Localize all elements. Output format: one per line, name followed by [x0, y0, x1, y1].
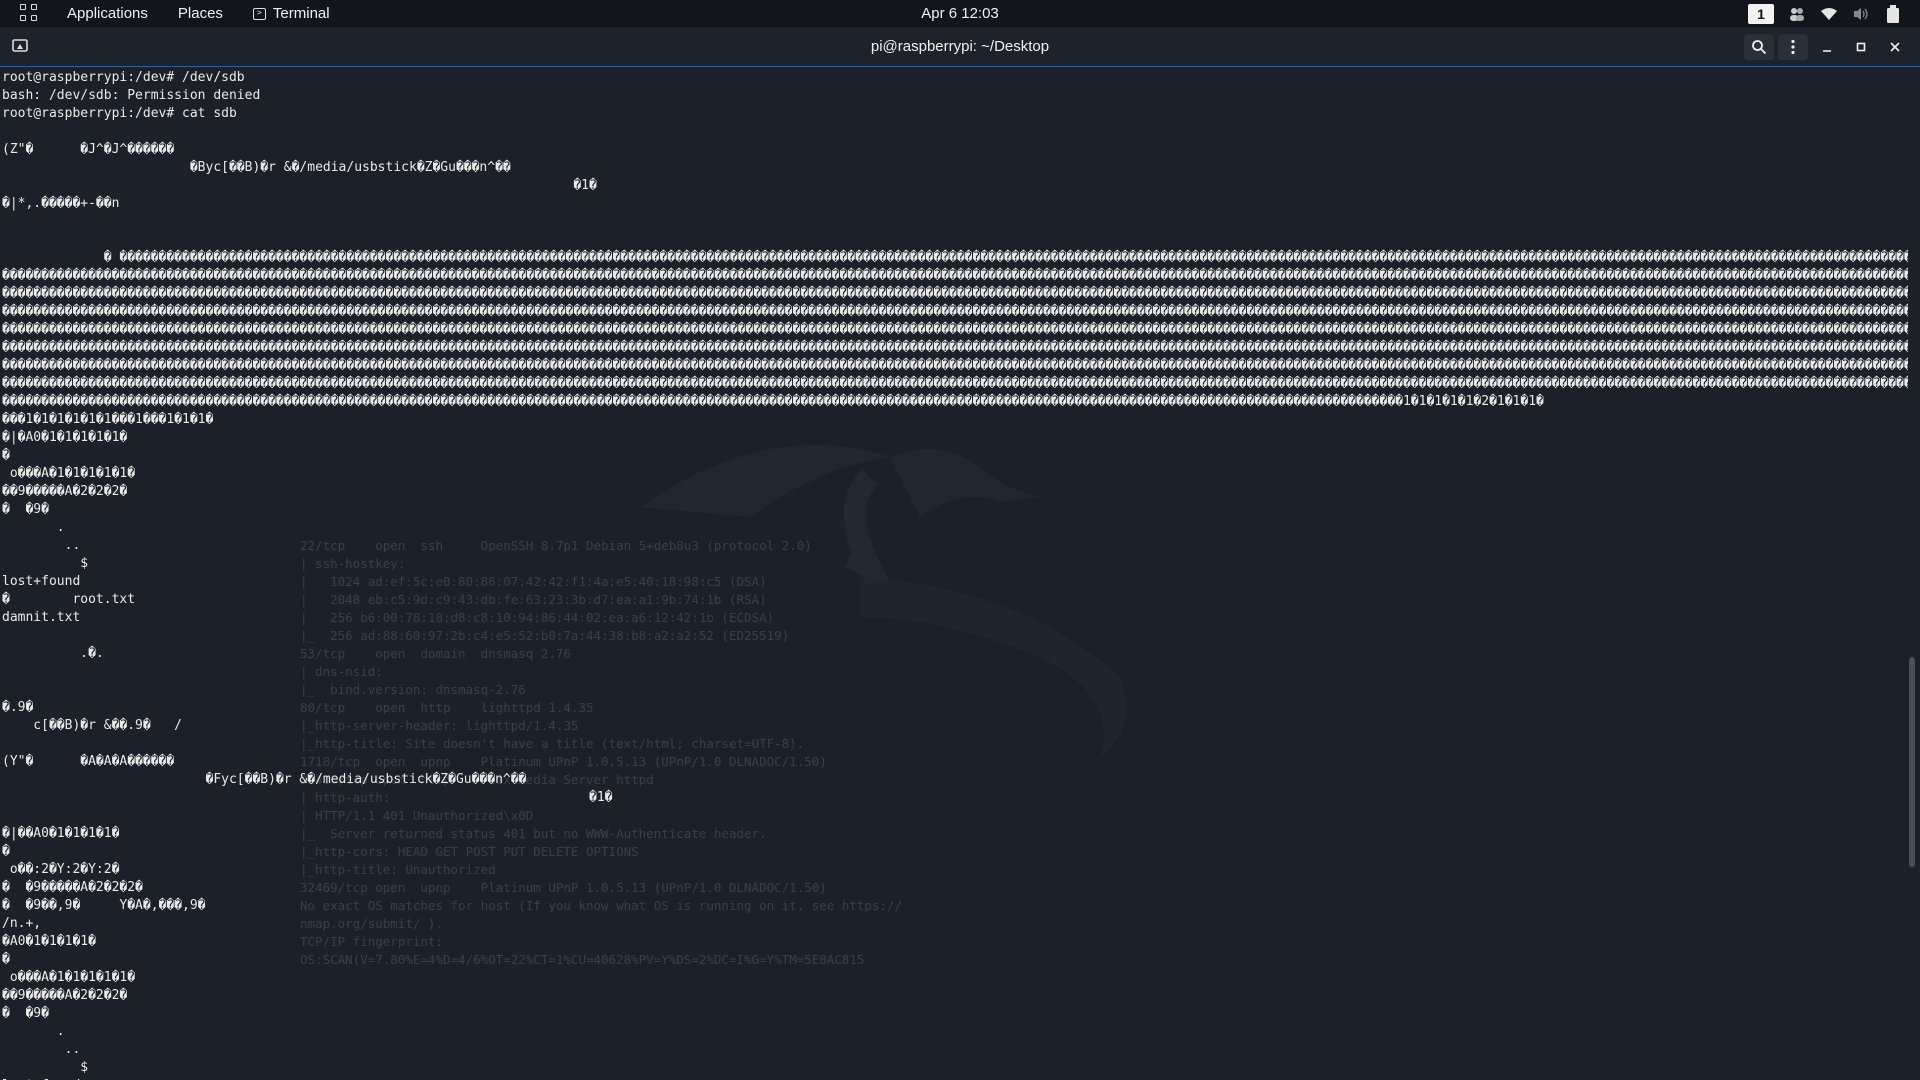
- terminal-line: ����������������������������������������…: [2, 268, 1908, 283]
- terminal-line: ��9�����A�2�2�2�: [2, 988, 128, 1003]
- terminal-line: �Byc[��B)�r &�/media/usbstick�Z�Gu���n^�…: [2, 160, 511, 175]
- battery-lock-icon[interactable]: [1884, 4, 1902, 23]
- close-button[interactable]: [1880, 34, 1910, 60]
- terminal-icon: >: [252, 7, 266, 20]
- terminal-line: � �9�����A�2�2�2�: [2, 880, 143, 895]
- wifi-icon[interactable]: [1820, 5, 1838, 23]
- terminal-line: � �9�: [2, 1006, 49, 1021]
- terminal-line: root@raspberrypi:/dev# /dev/sdb: [2, 70, 245, 85]
- terminal-line: � �9�: [2, 502, 49, 517]
- app-grid-icon[interactable]: [20, 3, 40, 24]
- terminal-app-menu[interactable]: > Terminal: [252, 5, 330, 22]
- terminal-line: (Y"� �A�A�A������: [2, 754, 175, 769]
- terminal-line: �1�: [2, 790, 613, 805]
- kebab-menu-icon: [1791, 39, 1795, 55]
- terminal-output-area[interactable]: 22/tcp open ssh OpenSSH 8.7p1 Debian 5+d…: [0, 67, 1920, 1080]
- terminal-line: .�.: [2, 646, 104, 661]
- clock[interactable]: Apr 6 12:03: [921, 5, 999, 22]
- terminal-app-label: Terminal: [272, 5, 330, 22]
- users-icon[interactable]: [1788, 5, 1806, 23]
- terminal-line: o���A�1�1�1�1�1�: [2, 970, 136, 985]
- terminal-line: o��:2�Y:2�Y:2�: [2, 862, 120, 877]
- terminal-line: $: [2, 1060, 89, 1075]
- terminal-window-titlebar: pi@raspberrypi: ~/Desktop: [0, 27, 1920, 67]
- terminal-line: ����������������������������������������…: [2, 322, 1908, 337]
- applications-menu[interactable]: Applications: [67, 5, 148, 22]
- terminal-line: �: [2, 952, 10, 967]
- terminal-line: root@raspberrypi:/dev# cat sdb: [2, 106, 237, 121]
- places-menu[interactable]: Places: [178, 5, 223, 22]
- terminal-line: ���1�1�1�1�1�1���1���1�1�1�: [2, 412, 214, 427]
- top-panel: Applications Places > Terminal Apr 6 12:…: [0, 0, 1920, 27]
- terminal-line: ����������������������������������������…: [2, 304, 1908, 319]
- terminal-line: o���A�1�1�1�1�1�: [2, 466, 136, 481]
- terminal-line: ����������������������������������������…: [2, 394, 1544, 409]
- terminal-line: �1�: [2, 178, 597, 193]
- maximize-icon: [1856, 42, 1866, 52]
- terminal-line: �|��A0�1�1�1�1�: [2, 826, 120, 841]
- terminal-line: ����������������������������������������…: [2, 376, 1908, 391]
- search-icon: [1752, 40, 1767, 55]
- terminal-line: �.9�: [2, 700, 34, 715]
- terminal-text: root@raspberrypi:/dev# /dev/sdb bash: /de…: [2, 69, 1908, 1080]
- system-tray: 1: [1748, 0, 1902, 27]
- maximize-button[interactable]: [1846, 34, 1876, 60]
- terminal-line: c[��B)�r &��.9� /: [2, 718, 183, 733]
- terminal-line: ����������������������������������������…: [2, 340, 1908, 355]
- terminal-line: � ��������������������������������������…: [103, 250, 1908, 265]
- terminal-scrollbar[interactable]: [1909, 657, 1915, 867]
- terminal-line: �A0�1�1�1�1�: [2, 934, 96, 949]
- terminal-line: .: [2, 520, 65, 535]
- window-title: pi@raspberrypi: ~/Desktop: [870, 38, 1050, 55]
- terminal-line: damnit.txt: [2, 610, 81, 625]
- terminal-line: � root.txt: [2, 592, 136, 607]
- terminal-line: bash: /dev/sdb: Permission denied: [2, 88, 261, 103]
- terminal-line: ����������������������������������������…: [2, 358, 1908, 373]
- terminal-line: ..: [2, 538, 81, 553]
- workspace-indicator[interactable]: 1: [1748, 3, 1774, 24]
- terminal-line: �Fyc[��B)�r &�/media/usbstick�Z�Gu���n^�…: [2, 772, 527, 787]
- terminal-line: (Z"� �J^�J^������: [2, 142, 175, 157]
- terminal-line: �|*,.�����+-��n: [2, 196, 120, 211]
- terminal-line: �: [2, 448, 10, 463]
- terminal-line: .: [2, 1024, 65, 1039]
- minimize-icon: [1823, 50, 1831, 52]
- terminal-line: lost+found: [2, 574, 81, 589]
- volume-icon[interactable]: [1852, 5, 1870, 23]
- terminal-line: $: [2, 556, 89, 571]
- search-button[interactable]: [1744, 34, 1774, 60]
- menu-button[interactable]: [1778, 34, 1808, 60]
- close-icon: [1890, 42, 1900, 52]
- terminal-line: ����������������������������������������…: [2, 286, 1908, 301]
- terminal-line: �|�A0�1�1�1�1�1�: [2, 430, 128, 445]
- minimize-button[interactable]: [1812, 34, 1842, 60]
- terminal-line: ..: [2, 1042, 81, 1057]
- terminal-line: /n.+,: [2, 916, 42, 931]
- terminal-line: ��9�����A�2�2�2�: [2, 484, 128, 499]
- terminal-line: � �9��,9� Y�A�,���,9�: [2, 898, 206, 913]
- terminal-line: �: [2, 844, 10, 859]
